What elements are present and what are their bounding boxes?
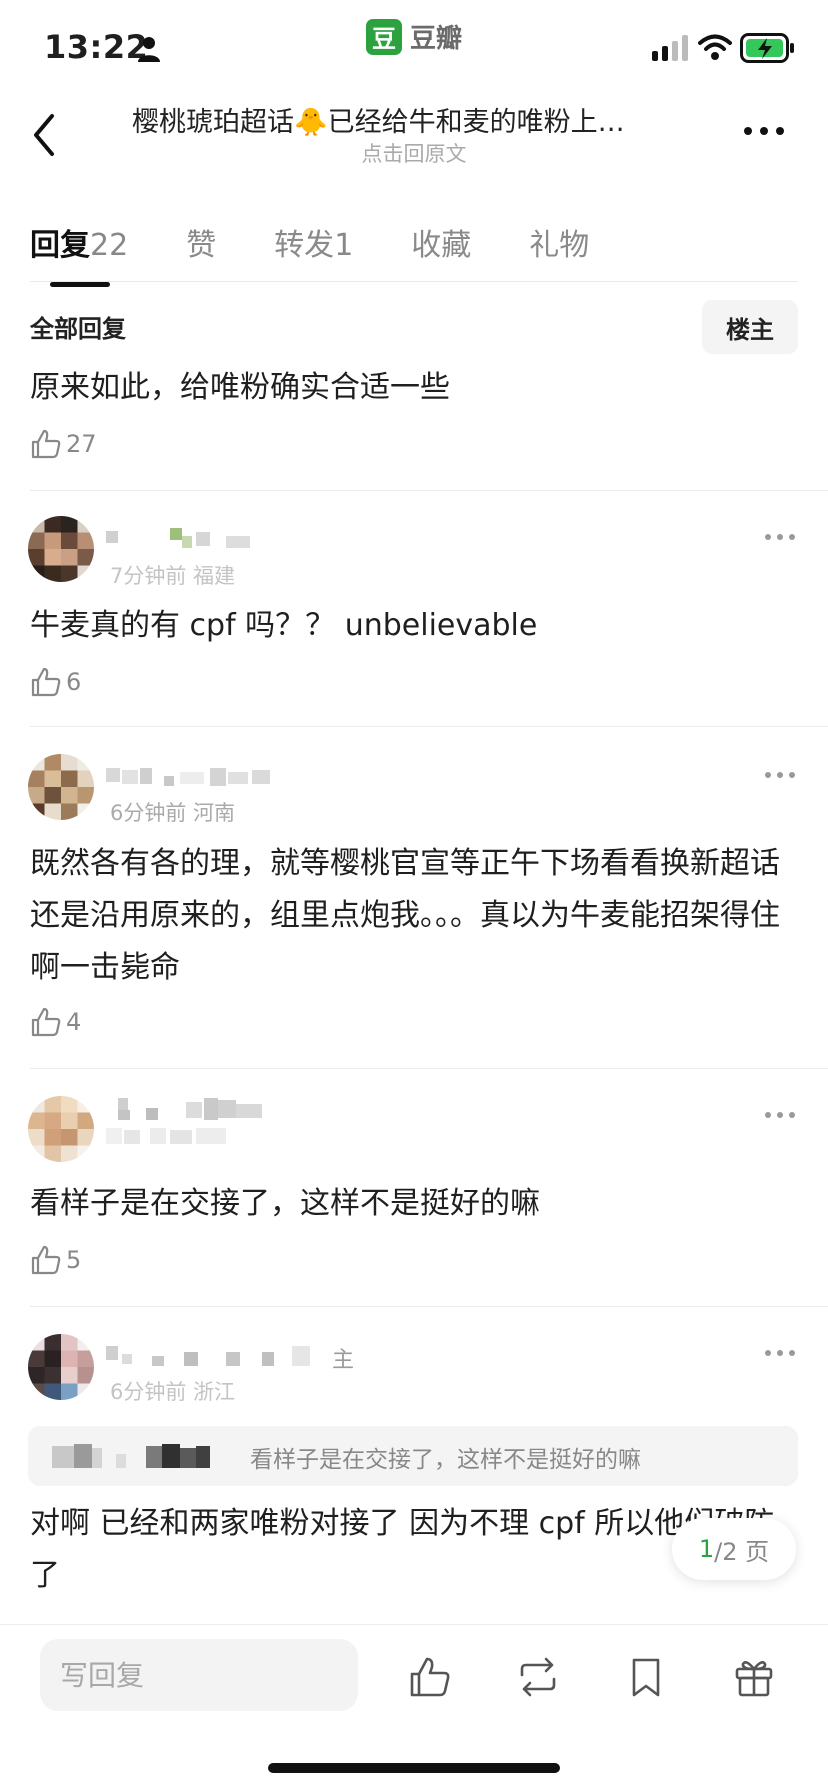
like-count: 27 [66,430,97,458]
tab-collections[interactable]: 收藏 [411,190,471,281]
bookmark-icon[interactable] [624,1655,668,1699]
quoted-reply[interactable]: 看样子是在交接了，这样不是挺好的嘛 [28,1426,798,1486]
op-badge: 主 [332,1348,355,1373]
tab-replies[interactable]: 回复22 [30,190,129,287]
more-icon[interactable] [740,116,788,146]
nav-header: 樱桃琥珀超话🐥已经给牛和麦的唯粉上… 点击回原文 [0,90,828,190]
tab-reposts[interactable]: 转发1 [274,190,353,281]
all-replies-title: 全部回复 [30,315,126,343]
like-count: 4 [66,1008,82,1036]
tab-label: 赞 [186,228,217,263]
comment-text: 既然各有各的理，就等樱桃官宣等正午下场看看换新超话还是沿用原来的，组里点炮我。。… [30,846,780,985]
page-total: /2 页 [714,1537,770,1566]
thumb-up-icon [31,667,61,697]
thumb-up-icon [31,429,61,459]
gift-icon[interactable] [732,1655,776,1699]
back-to-original-link[interactable]: 点击回原文 [0,138,828,168]
like-button[interactable]: 27 [30,428,97,460]
comment-meta: 6分钟前 浙江 [110,1380,236,1404]
comment-meta: 6分钟前 河南 [110,801,236,825]
thumb-up-icon [31,1007,61,1037]
wifi-icon [698,34,732,60]
avatar[interactable] [28,1096,94,1162]
op-only-button[interactable]: 楼主 [702,300,798,354]
thumb-up-icon [31,1245,61,1275]
like-count: 6 [66,668,82,696]
comment-text: 牛麦真的有 cpf 吗？？ unbelievable [30,608,538,643]
divider [30,726,828,727]
like-button[interactable]: 6 [30,666,81,698]
app-badge: 豆 豆瓣 [366,18,462,55]
tab-likes[interactable]: 赞 [186,190,216,281]
dots-icon[interactable] [764,770,796,780]
divider [30,1306,828,1307]
username-blurred[interactable] [106,1346,346,1368]
bottom-bar [0,1624,828,1791]
page-indicator[interactable]: 1/2 页 [672,1518,796,1580]
quoted-text: 看样子是在交接了，这样不是挺好的嘛 [250,1447,641,1473]
dots-icon[interactable] [764,1110,796,1120]
avatar-mosaic [28,754,94,820]
page-current: 1 [698,1535,715,1563]
thumb-up-icon[interactable] [408,1655,452,1699]
comment-text: 原来如此，给唯粉确实合适一些 [30,370,450,405]
status-bar: 13:22 豆 豆瓣 [0,0,828,90]
tab-count: 1 [334,228,354,263]
avatar-mosaic [28,516,94,582]
username-blurred[interactable] [106,1098,306,1148]
app-name: 豆瓣 [410,24,463,54]
tab-count: 22 [90,228,129,263]
tab-label: 收藏 [411,228,472,263]
avatar-mosaic [28,1096,94,1162]
avatar[interactable] [28,1334,94,1400]
tab-label: 礼物 [529,228,590,263]
avatar[interactable] [28,754,94,820]
repost-icon[interactable] [516,1655,560,1699]
like-button[interactable]: 5 [30,1244,81,1276]
home-indicator[interactable] [268,1763,560,1773]
quoted-username-blurred [52,1444,210,1468]
dots-icon[interactable] [764,1348,796,1358]
active-tab-indicator [50,282,110,287]
tab-label: 转发 [274,228,335,263]
divider [30,1068,828,1069]
page-title[interactable]: 樱桃琥珀超话🐥已经给牛和麦的唯粉上… [132,100,700,139]
battery-icon [740,33,794,63]
divider [30,490,828,491]
like-button[interactable]: 4 [30,1006,81,1038]
reply-input[interactable] [40,1639,358,1711]
person-icon [138,37,160,62]
username-blurred[interactable] [106,528,266,550]
avatar-mosaic [28,1334,94,1400]
status-time: 13:22 [44,28,149,66]
tab-bar: 回复22 赞 转发1 收藏 礼物 [30,190,798,287]
like-count: 5 [66,1246,82,1274]
tab-gifts[interactable]: 礼物 [529,190,589,281]
comment-text: 看样子是在交接了，这样不是挺好的嘛 [30,1186,540,1221]
avatar[interactable] [28,516,94,582]
signal-icon [652,35,688,61]
tab-label: 回复 [30,228,90,263]
dots-icon[interactable] [764,532,796,542]
username-blurred[interactable] [106,766,306,788]
douban-logo: 豆 [366,18,402,55]
comment-meta: 7分钟前 福建 [110,564,236,588]
